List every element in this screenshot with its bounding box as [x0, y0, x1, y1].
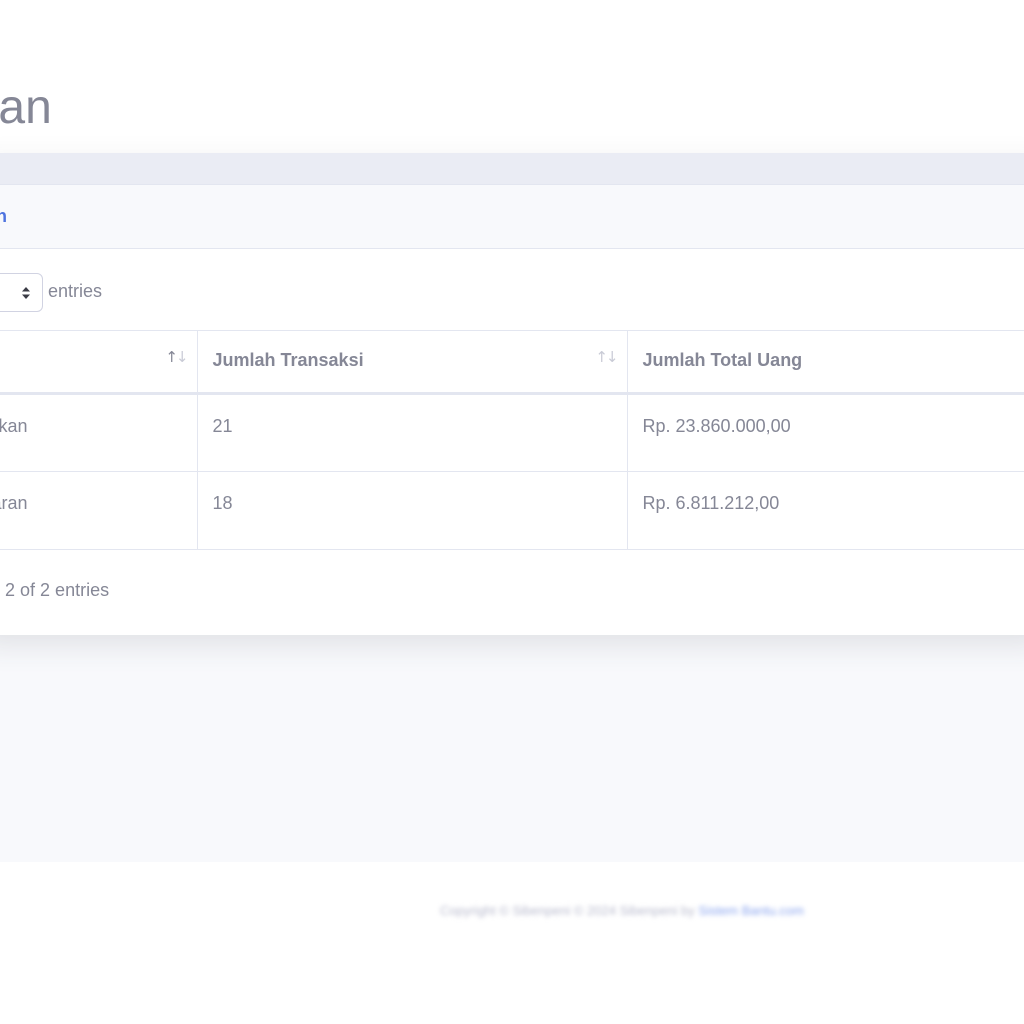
entries-label: entries	[48, 281, 103, 301]
column-header-1[interactable]: ↑↓	[0, 330, 198, 395]
table-cell: 18	[197, 471, 628, 550]
page: ngan ryawan entries ↑↓	[0, 0, 1024, 1024]
table-info: 1 to 2 of 2 entries	[0, 580, 110, 600]
page-title: ngan	[0, 81, 52, 134]
column-header-jumlah-total-uang[interactable]: Jumlah Total Uang	[627, 330, 1024, 395]
table-cell: aran	[0, 471, 198, 550]
card-header: ryawan	[0, 184, 1024, 249]
table-row: kan 21 Rp. 23.860.000,00	[0, 393, 1024, 472]
table-row: aran 18 Rp. 6.811.212,00	[0, 471, 1024, 550]
sort-icon: ↑↓	[165, 348, 188, 366]
sort-icon: ↑↓	[595, 348, 618, 366]
footer: Copyright © Sibenpeni © 2024 Sibenpeni b…	[0, 862, 1024, 1024]
column-header-jumlah-transaksi[interactable]: Jumlah Transaksi ↑↓	[197, 330, 628, 395]
table-cell: Rp. 23.860.000,00	[627, 393, 1024, 472]
table-header-row: ↑↓ Jumlah Transaksi ↑↓ Jumlah Total Uang	[0, 330, 1024, 395]
footer-link[interactable]: Sistem Bantu.com	[698, 903, 804, 918]
table-cell: 21	[197, 393, 628, 472]
entries-length-select[interactable]	[0, 273, 43, 312]
card-header-title: ryawan	[0, 206, 8, 226]
card-topbar	[0, 153, 1024, 184]
table-cell: Rp. 6.811.212,00	[627, 471, 1024, 550]
data-card: ryawan entries ↑↓	[0, 153, 1024, 635]
table-cell: kan	[0, 393, 198, 472]
data-table: ↑↓ Jumlah Transaksi ↑↓ Jumlah Total Uang…	[0, 330, 1024, 550]
page-header: ngan	[0, 0, 1024, 153]
footer-copyright: Copyright © Sibenpeni © 2024 Sibenpeni b…	[440, 903, 804, 918]
select-arrows-icon	[22, 287, 30, 299]
